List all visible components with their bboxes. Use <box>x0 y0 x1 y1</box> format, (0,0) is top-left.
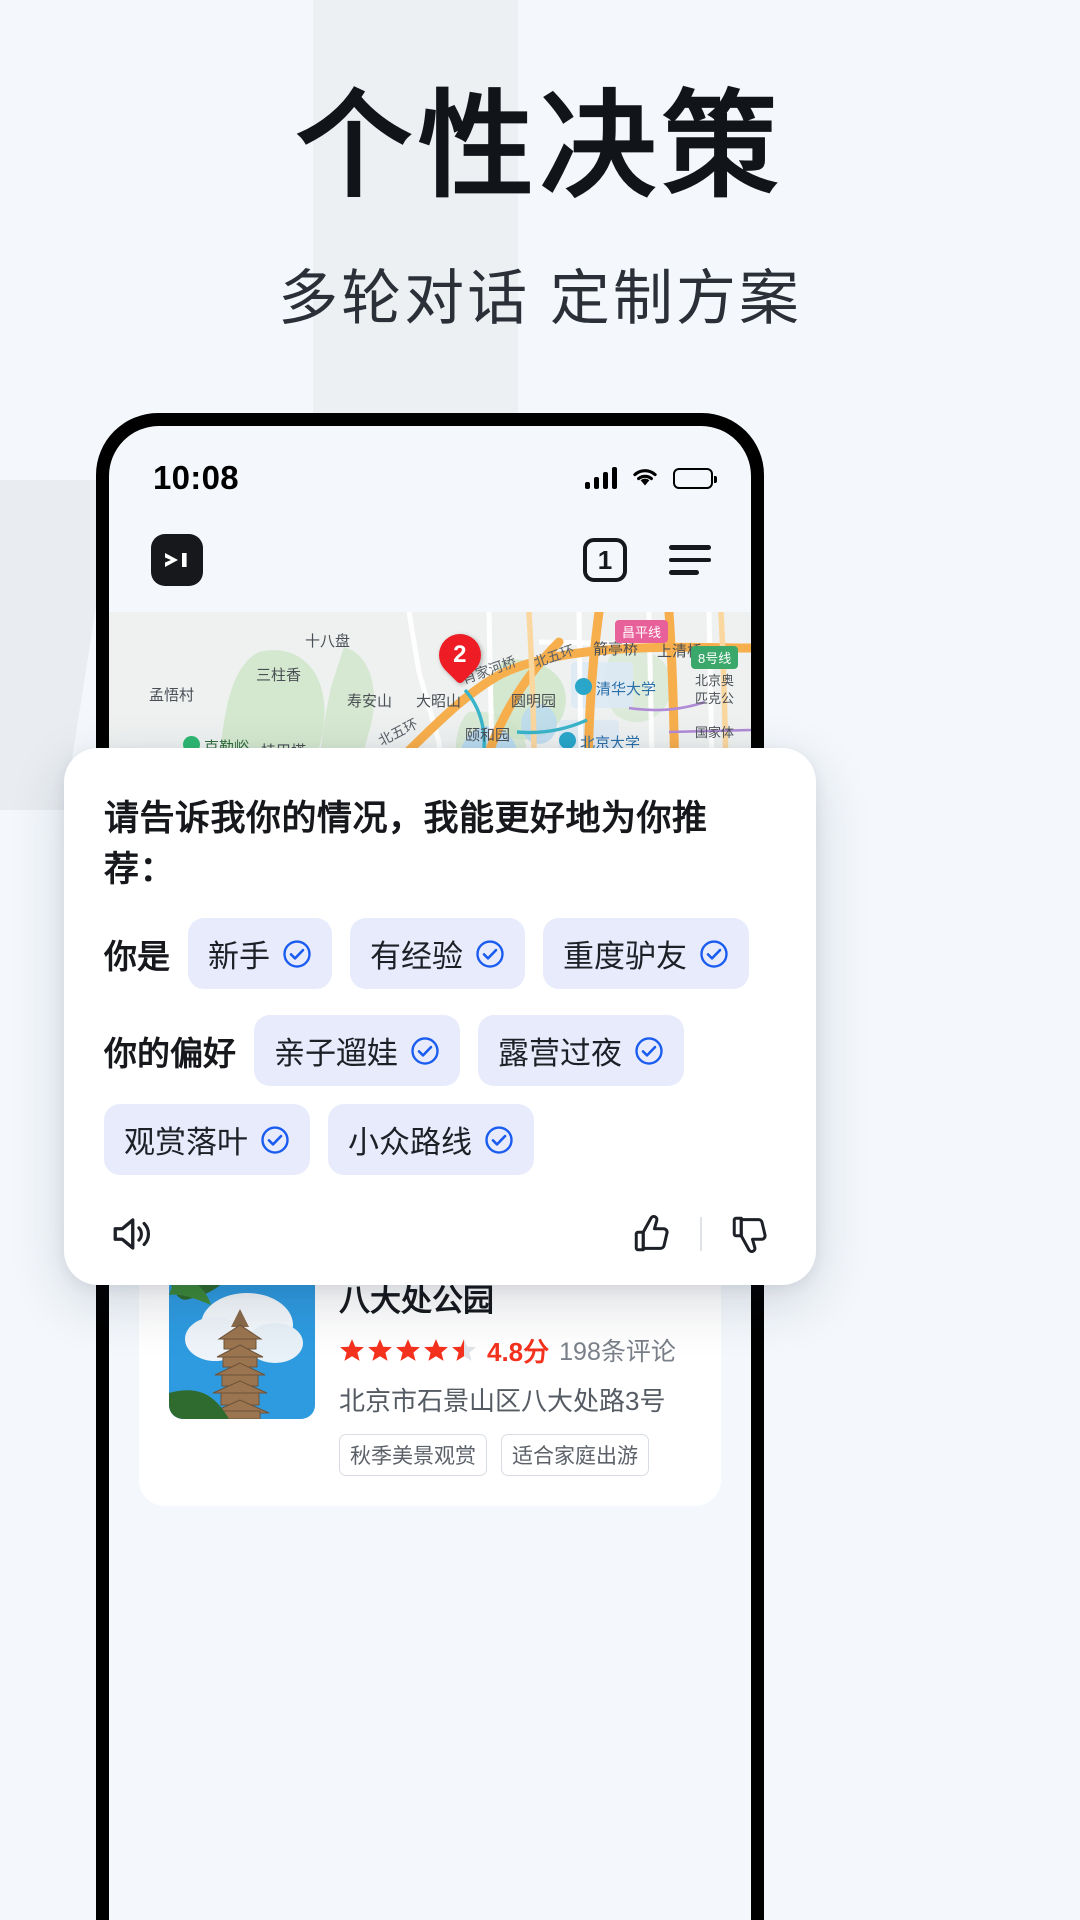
pagoda-photo <box>169 1272 315 1419</box>
quark-logo[interactable] <box>151 534 203 586</box>
chip-label: 重度驴友 <box>563 939 687 974</box>
promo-page: 个性决策 多轮对话 定制方案 10:08 1 十八盘 三柱香 孟悟村 寿安山 大… <box>0 0 1080 1920</box>
chip-label: 亲子遛娃 <box>274 1036 398 1071</box>
tab-counter-button[interactable]: 1 <box>583 538 627 582</box>
chip-option-family[interactable]: 亲子遛娃 <box>254 1015 460 1086</box>
star-icon <box>367 1337 393 1363</box>
check-circle-icon <box>699 939 729 969</box>
chip-option-foliage[interactable]: 观赏落叶 <box>104 1104 310 1175</box>
signal-bars-icon <box>584 467 617 489</box>
page-subtitle: 多轮对话 定制方案 <box>278 264 802 332</box>
page-title: 个性决策 <box>296 81 784 211</box>
thumbs-up-icon[interactable] <box>630 1213 674 1255</box>
speaker-icon[interactable] <box>108 1213 154 1255</box>
status-bar-icons <box>584 465 717 492</box>
wifi-icon <box>630 465 660 492</box>
star-icon <box>395 1337 421 1363</box>
list-item-body: 八大处公园 4.8分 198条评论 北京市石景山区八大处路3号 秋季美景观赏 适… <box>339 1273 691 1476</box>
chip-option-camping[interactable]: 露营过夜 <box>478 1015 684 1086</box>
star-rating-icons <box>339 1337 477 1363</box>
chip-option-offbeat[interactable]: 小众路线 <box>328 1104 534 1175</box>
poi-score: 4.8分 <box>487 1336 550 1367</box>
chip-label: 新手 <box>208 939 270 974</box>
chip-option-hardcore[interactable]: 重度驴友 <box>543 918 749 989</box>
hero-text-block: 个性决策 多轮对话 定制方案 <box>0 81 1080 337</box>
chip-option-experienced[interactable]: 有经验 <box>350 918 525 989</box>
check-circle-icon <box>410 1036 440 1066</box>
star-half-icon <box>451 1337 477 1363</box>
poi-rating-row: 4.8分 198条评论 <box>339 1332 691 1369</box>
poi-address: 北京市石景山区八大处路3号 <box>339 1385 666 1416</box>
status-bar-time: 10:08 <box>153 459 239 496</box>
check-circle-icon <box>282 939 312 969</box>
poi-tag: 适合家庭出游 <box>501 1433 649 1476</box>
chip-option-beginner[interactable]: 新手 <box>188 918 332 989</box>
battery-full-icon <box>673 467 717 489</box>
chip-group-label: 你的偏好 <box>104 1034 236 1072</box>
assistant-prompt-card: 请告诉我你的情况，我能更好地为你推荐： 你是 新手 有经验 重度驴友 你的偏好 … <box>64 748 816 1285</box>
check-circle-icon <box>260 1125 290 1155</box>
poi-tag: 秋季美景观赏 <box>339 1433 487 1476</box>
header-actions: 1 <box>583 538 711 582</box>
poi-tag-group: 秋季美景观赏 适合家庭出游 <box>339 1433 691 1476</box>
prompt-title: 请告诉我你的情况，我能更好地为你推荐： <box>104 799 708 889</box>
list-item[interactable]: 八大处公园 4.8分 198条评论 北京市石景山区八大处路3号 秋季美景观赏 适… <box>169 1272 691 1476</box>
check-circle-icon <box>484 1125 514 1155</box>
chip-group-label: 你是 <box>104 937 170 975</box>
thumbs-down-icon[interactable] <box>728 1213 772 1255</box>
hamburger-menu-icon[interactable] <box>669 545 711 575</box>
prompt-card-actions <box>104 1213 776 1255</box>
chip-label: 观赏落叶 <box>124 1125 248 1160</box>
star-icon <box>339 1337 365 1363</box>
divider <box>700 1217 702 1251</box>
chip-group-preference: 你的偏好 亲子遛娃 露营过夜 观赏落叶 小众路线 <box>104 1015 776 1175</box>
chip-label: 小众路线 <box>348 1125 472 1160</box>
feedback-buttons <box>630 1213 772 1255</box>
check-circle-icon <box>475 939 505 969</box>
star-icon <box>423 1337 449 1363</box>
status-bar: 10:08 <box>109 426 751 514</box>
chip-group-experience: 你是 新手 有经验 重度驴友 <box>104 918 776 989</box>
chip-label: 露营过夜 <box>498 1036 622 1071</box>
poi-review-count: 198条评论 <box>559 1338 676 1367</box>
app-header: 1 <box>109 514 751 606</box>
chip-label: 有经验 <box>370 939 463 974</box>
check-circle-icon <box>634 1036 664 1066</box>
